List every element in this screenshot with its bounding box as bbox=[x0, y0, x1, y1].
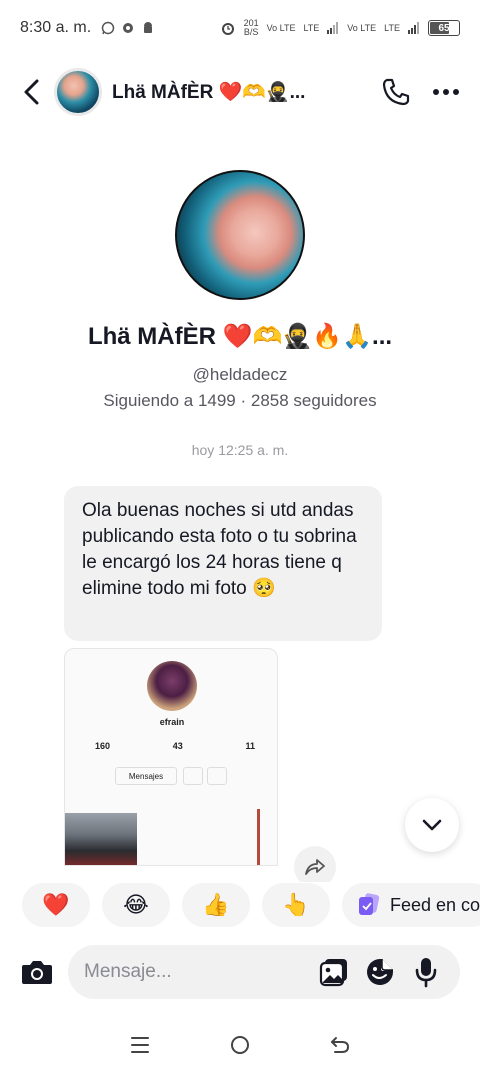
message-bubble[interactable]: Ola buenas noches si utd andas publicand… bbox=[64, 486, 382, 641]
shared-stat-likes: 11 bbox=[245, 741, 255, 751]
reaction-laugh[interactable]: 😂 bbox=[102, 883, 170, 927]
status-left: 8:30 a. m. bbox=[20, 19, 155, 37]
shared-red-bar bbox=[257, 809, 260, 865]
profile-handle: @heldadecz bbox=[192, 365, 288, 384]
shared-screenshot[interactable]: efrain 160 43 11 Mensajes bbox=[64, 648, 278, 866]
system-nav-bar bbox=[0, 1020, 480, 1070]
shared-avatar bbox=[147, 661, 197, 711]
net-speed-unit: B/S bbox=[243, 27, 259, 37]
microphone-icon bbox=[415, 958, 437, 988]
chevron-left-icon bbox=[24, 79, 39, 105]
notification-icons bbox=[101, 21, 155, 35]
home-circle-icon bbox=[231, 1036, 249, 1054]
shared-stats: 160 43 11 bbox=[95, 741, 255, 751]
feed-label: Feed en co bbox=[390, 894, 480, 915]
shared-video-thumbnail bbox=[65, 813, 137, 865]
shared-profile-name: efrain bbox=[159, 717, 185, 727]
camera-button[interactable] bbox=[20, 955, 54, 989]
status-time: 8:30 a. m. bbox=[20, 19, 92, 36]
contact-name[interactable]: Lhä MÀfÈR ❤️🫶🥷... bbox=[112, 80, 305, 104]
alarm-icon bbox=[221, 23, 234, 35]
voice-button[interactable] bbox=[408, 954, 444, 990]
more-options-button[interactable] bbox=[428, 72, 464, 112]
battery-level: 65 bbox=[438, 22, 450, 34]
signal-volte-2: Vo LTE bbox=[347, 23, 377, 33]
signal-lte-1: LTE bbox=[303, 23, 320, 33]
signal-bars-icon bbox=[327, 22, 339, 34]
shared-stat-followers: 43 bbox=[172, 741, 183, 751]
shared-follow-button bbox=[183, 767, 203, 785]
menu-icon bbox=[131, 1037, 149, 1053]
status-bar: 8:30 a. m. 201 B/S Vo LTE LTE Vo LTE LTE… bbox=[0, 0, 480, 56]
phone-icon bbox=[382, 78, 410, 106]
net-speed: 201 B/S bbox=[244, 19, 259, 37]
quick-reactions: ❤️ 😂 👍 👆 Feed en co bbox=[0, 882, 480, 928]
message-input-bar: Mensaje... bbox=[0, 944, 480, 1000]
profile-name: Lhä MÀfÈR ❤️🫶🥷🔥🙏... bbox=[87, 323, 393, 350]
profile-card: Lhä MÀfÈR ❤️🫶🥷🔥🙏... @heldadecz Siguiendo… bbox=[0, 170, 480, 411]
profile-avatar[interactable] bbox=[175, 170, 305, 300]
shared-messages-button: Mensajes bbox=[115, 767, 177, 785]
camera-icon bbox=[22, 961, 52, 984]
signal-bars-icon-2 bbox=[408, 22, 419, 34]
reaction-thumbs-up[interactable]: 👍 bbox=[182, 883, 250, 927]
chat-header: Lhä MÀfÈR ❤️🫶🥷... bbox=[0, 56, 480, 128]
scroll-to-bottom-button[interactable] bbox=[405, 798, 459, 852]
nav-back-button[interactable] bbox=[320, 1025, 360, 1065]
emoji-sticker-icon bbox=[367, 959, 393, 985]
message-timestamp: hoy 12:25 a. m. bbox=[191, 442, 289, 458]
sticker-button[interactable] bbox=[362, 954, 398, 990]
message-input[interactable]: Mensaje... bbox=[68, 945, 460, 999]
shared-dropdown-button bbox=[207, 767, 227, 785]
signal-volte-1: Vo LTE bbox=[266, 23, 296, 33]
status-right: 201 B/S Vo LTE LTE Vo LTE LTE 65 bbox=[220, 19, 460, 37]
back-button[interactable] bbox=[16, 72, 46, 112]
reaction-heart[interactable]: ❤️ bbox=[22, 883, 90, 927]
chevron-down-icon bbox=[422, 819, 442, 831]
message-placeholder: Mensaje... bbox=[84, 961, 172, 982]
signal-lte-2: LTE bbox=[384, 23, 400, 33]
feed-cards-icon bbox=[359, 893, 380, 915]
more-horizontal-icon bbox=[433, 89, 459, 95]
battery-icon: 65 bbox=[428, 20, 460, 36]
nav-menu-button[interactable] bbox=[120, 1025, 160, 1065]
shared-stat-following: 160 bbox=[95, 741, 111, 751]
gallery-button[interactable] bbox=[316, 954, 352, 990]
image-icon bbox=[319, 959, 347, 987]
share-arrow-icon bbox=[305, 859, 325, 875]
feed-chip[interactable]: Feed en co bbox=[342, 883, 480, 927]
profile-stats: Siguiendo a 1499 · 2858 seguidores bbox=[103, 391, 377, 410]
settings-icon bbox=[123, 23, 134, 33]
android-icon bbox=[144, 22, 153, 33]
reaction-point-up[interactable]: 👆 bbox=[262, 883, 330, 927]
contact-avatar[interactable] bbox=[54, 68, 102, 116]
call-button[interactable] bbox=[376, 72, 416, 112]
nav-home-button[interactable] bbox=[220, 1025, 260, 1065]
whatsapp-icon bbox=[101, 21, 115, 35]
back-arrow-icon bbox=[331, 1037, 350, 1053]
